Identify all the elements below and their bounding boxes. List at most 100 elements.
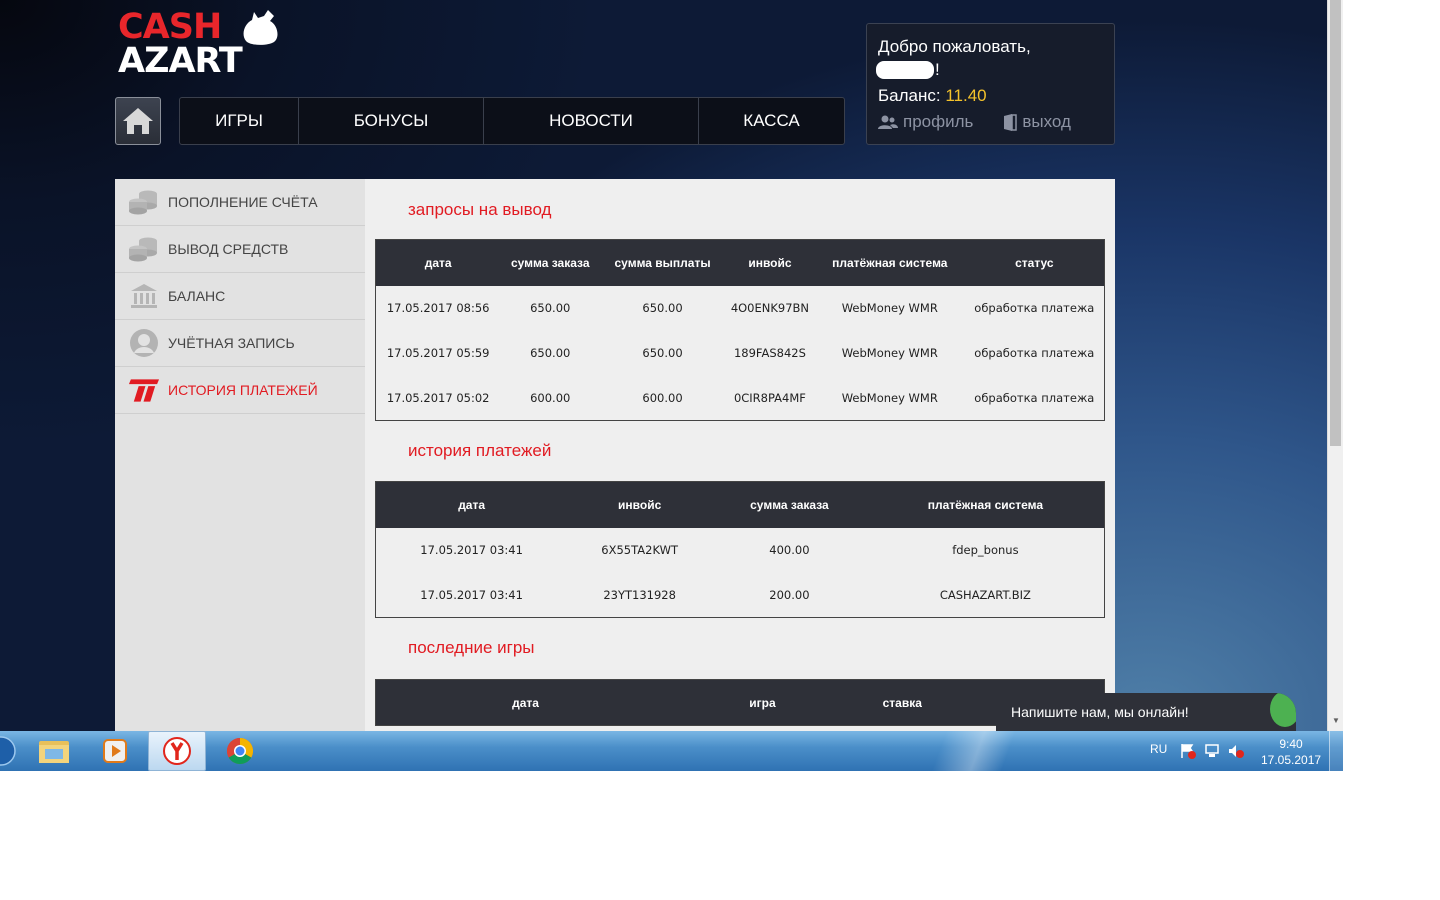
- column-header: дата: [375, 679, 676, 726]
- scrollbar-thumb[interactable]: [1330, 0, 1341, 446]
- cell-order-sum: 650.00: [530, 346, 571, 360]
- site-logo[interactable]: CASH AZART: [118, 8, 288, 80]
- cell-status: обработка платежа: [974, 301, 1095, 315]
- sidebar-label: ВЫВОД СРЕДСТВ: [168, 241, 289, 257]
- sidebar-item-balance[interactable]: БАЛАНС: [115, 273, 365, 320]
- sidebar-label: ПОПОЛНЕНИЕ СЧЁТА: [168, 194, 318, 210]
- cell-payout-sum: 650.00: [642, 346, 683, 360]
- language-indicator[interactable]: RU: [1150, 742, 1167, 756]
- cell-order-sum: 650.00: [530, 301, 571, 315]
- home-button[interactable]: [115, 97, 161, 145]
- sidebar-item-account[interactable]: УЧЁТНАЯ ЗАПИСЬ: [115, 320, 365, 367]
- column-header: сумма заказа: [500, 239, 601, 286]
- user-icon: [127, 328, 160, 358]
- column-header: дата: [375, 239, 501, 286]
- browser-viewport: CASH AZART ИГРЫ БОНУСЫ НОВОСТИ КАССА Доб…: [0, 0, 1343, 771]
- cell-date: 17.05.2017 08:56: [386, 301, 490, 315]
- table-row: 17.05.2017 05:02 600.00 600.00 0CIR8PA4M…: [376, 376, 1105, 421]
- welcome-greeting: Добро пожаловать,: [878, 37, 1031, 56]
- logout-link[interactable]: выход: [1003, 112, 1071, 132]
- bank-icon: [127, 281, 160, 311]
- column-header: ставка: [849, 679, 955, 726]
- sidebar-item-payment-history[interactable]: ИСТОРИЯ ПЛАТЕЖЕЙ: [115, 367, 365, 414]
- scroll-down-arrow-icon[interactable]: ▼: [1331, 716, 1341, 726]
- account-main: запросы на вывод дата сумма заказа сумма…: [375, 179, 1105, 726]
- cell-invoice: 189FAS842S: [733, 346, 806, 360]
- cell-payment-system: fdep_bonus: [952, 543, 1019, 557]
- coins-icon: [127, 234, 160, 264]
- sidebar-item-withdraw[interactable]: ВЫВОД СРЕДСТВ: [115, 226, 365, 273]
- show-desktop-button[interactable]: [1329, 731, 1343, 771]
- profile-label: профиль: [903, 112, 974, 131]
- cell-date: 17.05.2017 03:41: [420, 587, 523, 602]
- column-header: инвойс: [567, 481, 713, 528]
- user-panel: Добро пожаловать, ! Баланс: 11.40 профил…: [866, 23, 1115, 145]
- account-sidebar: ПОПОЛНЕНИЕ СЧЁТА ВЫВОД СРЕДСТВ БАЛАНС УЧ…: [115, 179, 365, 731]
- network-icon[interactable]: [1204, 743, 1220, 759]
- system-clock[interactable]: 9:40 17.05.2017: [1261, 736, 1321, 768]
- action-center-flag-icon[interactable]: [1180, 743, 1196, 759]
- sidebar-label: УЧЁТНАЯ ЗАПИСЬ: [168, 335, 295, 351]
- logo-line-2: AZART: [118, 41, 243, 81]
- cell-payment-system: WebMoney WMR: [841, 346, 938, 360]
- coins-icon: [127, 187, 160, 217]
- explorer-icon[interactable]: [25, 731, 83, 771]
- welcome-exclamation: !: [935, 60, 940, 79]
- column-header: статус: [964, 239, 1105, 286]
- cell-invoice: 23YT131928: [603, 587, 676, 602]
- balance-value: 11.40: [945, 86, 987, 105]
- door-icon: [1004, 113, 1018, 131]
- withdrawals-table: дата сумма заказа сумма выплаты инвойс п…: [375, 239, 1105, 421]
- withdrawals-title: запросы на вывод: [408, 200, 552, 219]
- table-row: 17.05.2017 05:59 650.00 650.00 189FAS842…: [376, 331, 1105, 376]
- payments-table: дата инвойс сумма заказа платёжная систе…: [375, 481, 1105, 618]
- profile-link[interactable]: профиль: [878, 112, 973, 132]
- media-player-icon[interactable]: [86, 731, 144, 771]
- cell-invoice: 0CIR8PA4MF: [733, 390, 806, 405]
- cell-payment-system: CASHAZART.BIZ: [939, 587, 1031, 602]
- nav-cashier[interactable]: КАССА: [699, 98, 844, 144]
- sidebar-item-deposit[interactable]: ПОПОЛНЕНИЕ СЧЁТА: [115, 179, 365, 226]
- cell-payout-sum: 650.00: [642, 301, 683, 315]
- main-nav: ИГРЫ БОНУСЫ НОВОСТИ КАССА: [179, 97, 845, 145]
- payments-title: история платежей: [408, 441, 552, 460]
- nav-bonuses[interactable]: БОНУСЫ: [299, 98, 484, 144]
- tray-icons: [1180, 743, 1244, 759]
- cell-date: 17.05.2017 05:59: [386, 346, 490, 360]
- balance-line: Баланс: 11.40: [878, 86, 987, 106]
- yandex-browser-icon[interactable]: [148, 731, 206, 771]
- cell-invoice: 6X55TA2KWT: [601, 543, 678, 557]
- cell-order-sum: 200.00: [769, 587, 810, 602]
- windows-taskbar: RU 9:40 17.05.2017: [0, 731, 1343, 771]
- clock-time: 9:40: [1279, 737, 1303, 751]
- column-header: игра: [675, 679, 850, 726]
- table-row: 17.05.2017 08:56 650.00 650.00 4O0ENK97B…: [376, 286, 1105, 331]
- table-header-row: дата инвойс сумма заказа платёжная систе…: [375, 481, 1105, 528]
- cell-status: обработка платежа: [974, 390, 1095, 405]
- user-links: профиль выход: [878, 112, 1071, 132]
- live-chat-button[interactable]: Напишите нам, мы онлайн!: [996, 693, 1296, 731]
- cell-payment-system: WebMoney WMR: [841, 301, 938, 315]
- table-row: 17.05.2017 03:41 6X55TA2KWT 400.00 fdep_…: [376, 528, 1105, 573]
- nav-games[interactable]: ИГРЫ: [180, 98, 299, 144]
- nav-news[interactable]: НОВОСТИ: [484, 98, 699, 144]
- table-row: 17.05.2017 03:41 23YT131928 200.00 CASHA…: [376, 573, 1105, 618]
- clock-date: 17.05.2017: [1261, 753, 1322, 767]
- history-icon: [127, 375, 160, 405]
- cell-date: 17.05.2017 05:02: [386, 390, 490, 405]
- sidebar-label: БАЛАНС: [168, 288, 226, 304]
- cell-status: обработка платежа: [974, 346, 1095, 360]
- page-scrollbar[interactable]: ▼: [1327, 0, 1343, 731]
- chrome-icon[interactable]: [211, 731, 269, 771]
- logout-label: выход: [1022, 112, 1071, 131]
- account-panel: ПОПОЛНЕНИЕ СЧЁТА ВЫВОД СРЕДСТВ БАЛАНС УЧ…: [115, 179, 1115, 731]
- volume-muted-icon[interactable]: [1228, 743, 1244, 759]
- chat-label: Напишите нам, мы онлайн!: [1011, 704, 1189, 720]
- games-title: последние игры: [408, 638, 535, 657]
- cell-order-sum: 600.00: [530, 390, 571, 405]
- cell-payment-system: WebMoney WMR: [841, 390, 938, 405]
- cell-invoice: 4O0ENK97BN: [730, 301, 810, 315]
- sidebar-label: ИСТОРИЯ ПЛАТЕЖЕЙ: [168, 382, 318, 398]
- online-indicator: [1270, 693, 1296, 727]
- home-icon: [123, 108, 153, 134]
